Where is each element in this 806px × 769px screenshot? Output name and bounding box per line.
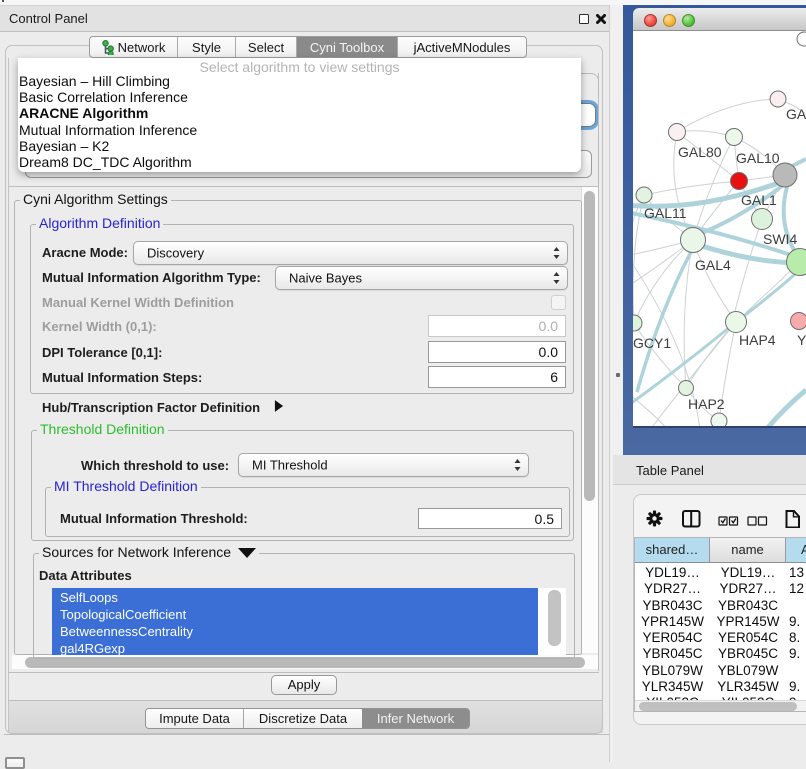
svg-text:GAL: GAL [786, 106, 806, 122]
svg-text:GAL10: GAL10 [736, 150, 780, 166]
svg-text:GAL4: GAL4 [695, 257, 731, 273]
svg-text:HAP2: HAP2 [688, 396, 725, 412]
svg-text:GAL1: GAL1 [741, 192, 777, 208]
svg-text:Y: Y [797, 332, 806, 348]
svg-text:GAL11: GAL11 [644, 205, 687, 221]
svg-text:GCY1: GCY1 [633, 335, 671, 351]
svg-text:SWI4: SWI4 [763, 231, 797, 247]
svg-text:GAL80: GAL80 [678, 144, 722, 160]
svg-text:HAP4: HAP4 [739, 332, 776, 348]
